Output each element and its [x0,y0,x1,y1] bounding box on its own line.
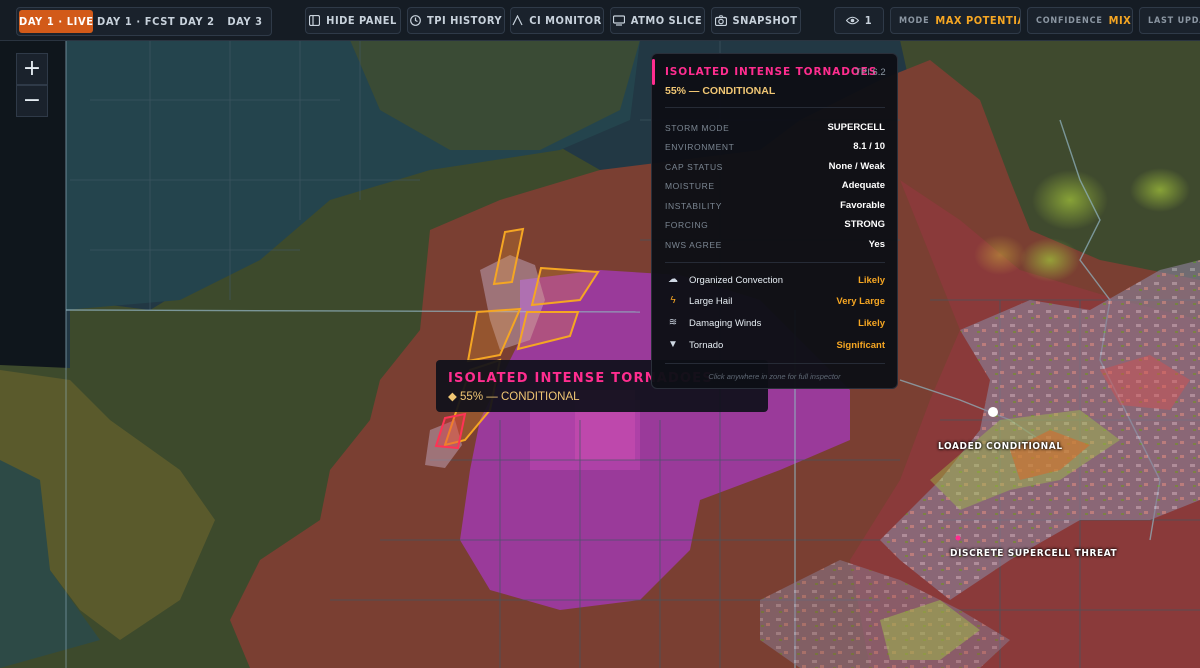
confidence-value: MIXED [1108,14,1132,27]
row-value: 8.1 / 10 [853,141,885,152]
tooltip-subtitle: ◆ 55% — CONDITIONAL [448,391,580,403]
hazard-name: Organized Convection [689,275,783,286]
tpi-history-label: TPI HISTORY [426,14,503,27]
tornado-icon: ▼ [668,339,678,350]
panel-divider-1 [665,107,885,108]
confidence-selector[interactable]: CONFIDENCE MIXED [1027,7,1133,34]
row-value: None / Weak [828,161,885,172]
mode-value: MAX POTENTIAL [935,14,1020,27]
eye-toggle-button[interactable]: 1 [834,7,884,34]
row-value: STRONG [844,219,885,230]
tab-day1-live[interactable]: DAY 1 · LIVE [19,10,93,33]
hide-panel-button[interactable]: HIDE PANEL [305,7,401,34]
location-marker[interactable] [988,407,998,417]
row-key: ENVIRONMENT [665,142,735,152]
panel-probability: 55% — CONDITIONAL [665,85,776,97]
atmo-slice-label: ATMO SLICE [630,14,703,27]
row-key: INSTABILITY [665,201,722,211]
row-key: CAP STATUS [665,162,723,172]
row-key: STORM MODE [665,123,730,133]
hazard-value: Likely [858,275,885,286]
risk-map[interactable] [0,0,1200,668]
row-value: Favorable [840,200,885,211]
hazard-large-hail: ϟ Large Hail Very Large [665,294,885,310]
hazard-tornado: ▼ Tornado Significant [665,338,885,354]
atmo-slice-button[interactable]: ATMO SLICE [610,7,705,34]
loaded-conditional-label[interactable]: LOADED CONDITIONAL [938,441,1063,452]
camera-icon [714,15,727,26]
mode-label: MODE [899,15,930,26]
day-tab-group: DAY 1 · LIVE DAY 1 · FCST DAY 2 DAY 3 [16,7,272,36]
lightning-icon: ϟ [670,295,676,306]
hazard-value: Significant [836,340,885,351]
row-value: Yes [868,239,885,250]
hazard-name: Large Hail [689,296,733,307]
eye-count: 1 [864,14,873,27]
ci-monitor-label: CI MONITOR [529,14,602,27]
tab-day1-fcst[interactable]: DAY 1 · FCST [97,8,175,35]
row-value: Adequate [841,180,885,191]
layers-icon [612,15,625,26]
clock-icon [410,15,421,26]
row-value: SUPERCELL [827,122,885,133]
row-key: NWS AGREE [665,240,722,250]
panel-title: ISOLATED INTENSE TORNADOES [665,66,878,78]
panel-divider-3 [665,363,885,364]
row-key: FORCING [665,220,709,230]
zoom-out-button[interactable]: − [16,85,48,117]
hazard-name: Damaging Winds [689,318,762,329]
zone-inspector-panel[interactable]: ISOLATED INTENSE TORNADOES TPI 6.2 55% —… [651,53,898,389]
row-cap-status: CAP STATUS None / Weak [665,160,885,176]
hazard-name: Tornado [689,340,724,351]
top-toolbar: DAY 1 · LIVE DAY 1 · FCST DAY 2 DAY 3 HI… [0,0,1200,41]
row-environment: ENVIRONMENT 8.1 / 10 [665,140,885,156]
panel-footer-hint: Click anywhere in zone for full inspecto… [708,372,841,381]
row-key: MOISTURE [665,181,715,191]
panel-accent-bar [652,59,655,85]
discrete-supercell-label[interactable]: DISCRETE SUPERCELL THREAT [950,548,1117,559]
row-instability: INSTABILITY Favorable [665,199,885,215]
tab-day2[interactable]: DAY 2 [175,8,219,35]
row-storm-mode: STORM MODE SUPERCELL [665,121,885,137]
hazard-organized-convection: ☁ Organized Convection Likely [665,273,885,289]
tpi-history-button[interactable]: TPI HISTORY [407,7,505,34]
mode-selector[interactable]: MODE MAX POTENTIAL [890,7,1021,34]
cloud-icon: ☁ [668,274,678,285]
row-forcing: FORCING STRONG [665,218,885,234]
wind-icon: ≋ [668,317,678,328]
hazard-value: Likely [858,318,885,329]
last-update-label: LAST UPDATE [1148,15,1200,26]
last-update-indicator: LAST UPDATE [1139,7,1200,34]
panel-icon [309,15,321,26]
snapshot-button[interactable]: SNAPSHOT [711,7,801,34]
panel-divider-2 [665,262,885,263]
eye-icon [845,16,859,25]
confidence-label: CONFIDENCE [1036,15,1103,26]
panel-tpi: TPI 6.2 [855,67,886,78]
tab-day3[interactable]: DAY 3 [223,8,267,35]
hide-panel-label: HIDE PANEL [326,14,397,27]
hazard-damaging-winds: ≋ Damaging Winds Likely [665,316,885,332]
row-moisture: MOISTURE Adequate [665,179,885,195]
hazard-value: Very Large [836,296,885,307]
snapshot-label: SNAPSHOT [732,14,798,27]
ci-monitor-button[interactable]: CI MONITOR [510,7,604,34]
zoom-in-button[interactable]: + [16,53,48,85]
row-nws-agree: NWS AGREE Yes [665,238,885,254]
monitor-icon [512,15,523,26]
